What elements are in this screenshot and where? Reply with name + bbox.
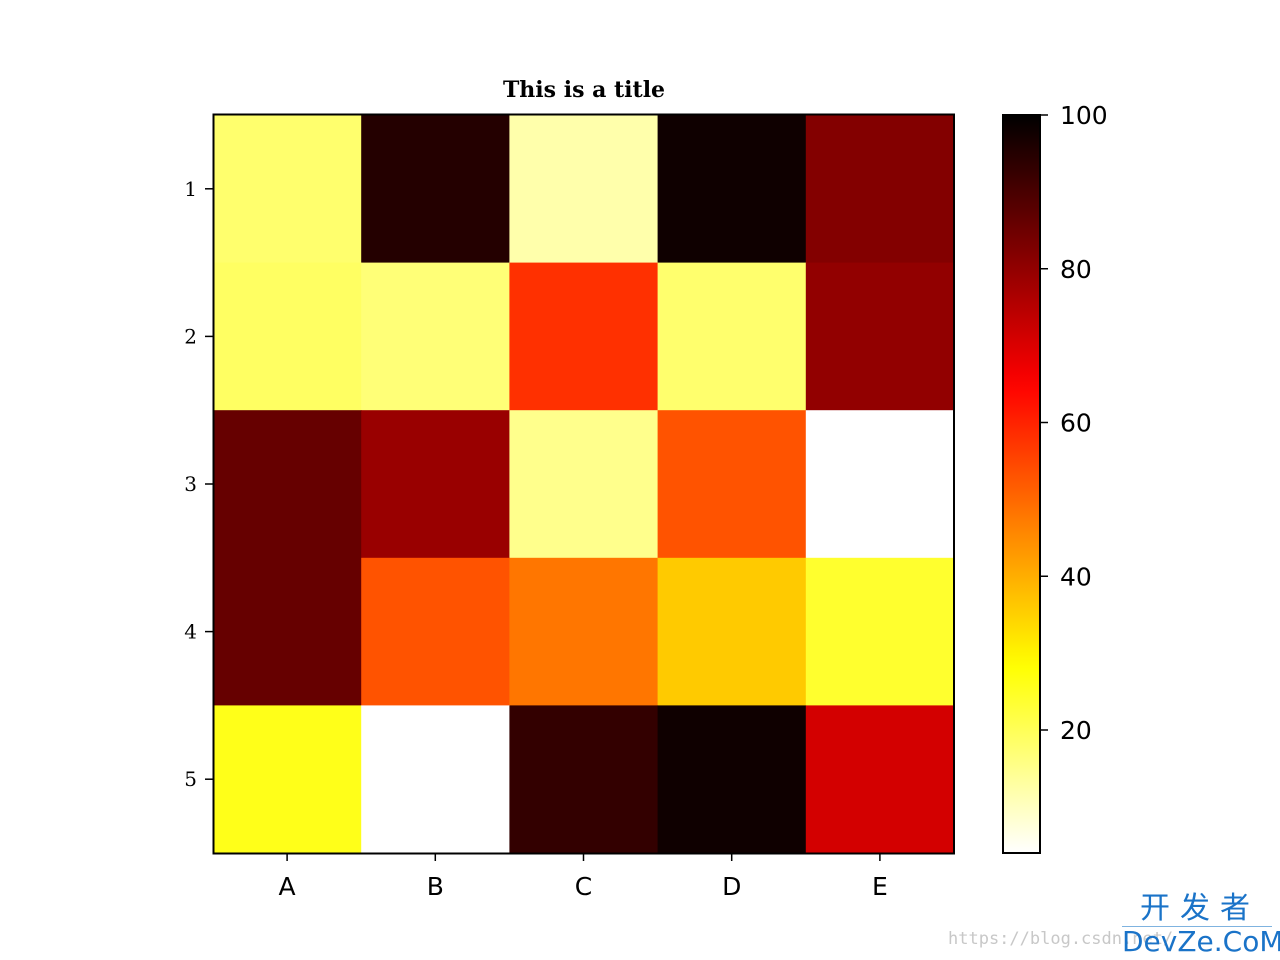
heatmap-cell-2-A bbox=[213, 262, 362, 411]
heatmap-cell-1-B bbox=[361, 115, 510, 264]
heatmap-cell-3-E bbox=[805, 410, 955, 559]
heatmap-cell-5-B bbox=[361, 705, 510, 854]
heatmap-cell-4-C bbox=[509, 557, 659, 706]
colorbar-axis: 20 40 60 80 100 bbox=[1040, 101, 1108, 745]
colorbar-tick-label: 100 bbox=[1060, 101, 1108, 130]
heatmap-cell-3-A bbox=[213, 410, 362, 559]
x-tick-label: A bbox=[279, 872, 296, 901]
heatmap-cell-1-C bbox=[509, 115, 659, 264]
y-axis: 1 2 3 4 5 bbox=[184, 177, 213, 791]
figure: This is a title A B C D E 1 2 3 4 5 20 40 60 80 100 bbox=[184, 77, 1108, 901]
heatmap-cell-1-E bbox=[805, 115, 955, 264]
heatmap-cell-3-D bbox=[657, 410, 807, 559]
heatmap-cell-1-A bbox=[213, 115, 362, 264]
heatmap-cell-2-B bbox=[361, 262, 510, 411]
colorbar-tick-label: 80 bbox=[1060, 255, 1092, 284]
heatmap-cell-3-C bbox=[509, 410, 659, 559]
chart-title: This is a title bbox=[503, 77, 665, 103]
heatmap-cell-5-C bbox=[509, 705, 659, 854]
heatmap-cell-4-A bbox=[213, 557, 362, 706]
heatmap-cell-2-E bbox=[805, 262, 955, 411]
watermark-logo: 开发者 DevZe.CoM bbox=[1122, 892, 1280, 958]
colorbar-tick-label: 20 bbox=[1060, 716, 1092, 745]
heatmap-cell-4-B bbox=[361, 557, 510, 706]
colorbar bbox=[1003, 115, 1040, 853]
heatmap-cell-5-E bbox=[805, 705, 955, 854]
colorbar-tick-label: 40 bbox=[1060, 562, 1092, 591]
heatmap-cell-2-D bbox=[657, 262, 807, 411]
heatmap-cell-4-E bbox=[805, 557, 955, 706]
y-tick-label: 2 bbox=[184, 324, 197, 348]
y-tick-label: 4 bbox=[184, 620, 197, 644]
heatmap-cell-2-C bbox=[509, 262, 659, 411]
y-tick-label: 3 bbox=[184, 472, 197, 496]
x-tick-label: E bbox=[872, 872, 888, 901]
watermark-logo-cn: 开发者 bbox=[1122, 892, 1272, 927]
x-axis: A B C D E bbox=[279, 853, 888, 901]
y-tick-label: 5 bbox=[184, 767, 197, 791]
heatmap-cell-5-D bbox=[657, 705, 807, 854]
heatmap-cell-5-A bbox=[213, 705, 362, 854]
heatmap-cell-4-D bbox=[657, 557, 807, 706]
heatmap-cell-1-D bbox=[657, 115, 807, 264]
colorbar-tick-label: 60 bbox=[1060, 409, 1092, 438]
y-tick-label: 1 bbox=[184, 177, 197, 201]
heatmap-cell-3-B bbox=[361, 410, 510, 559]
x-tick-label: B bbox=[427, 872, 444, 901]
x-tick-label: D bbox=[722, 872, 741, 901]
watermark-logo-en: DevZe.CoM bbox=[1122, 925, 1280, 958]
heatmap-cells bbox=[213, 115, 955, 854]
x-tick-label: C bbox=[575, 872, 592, 901]
